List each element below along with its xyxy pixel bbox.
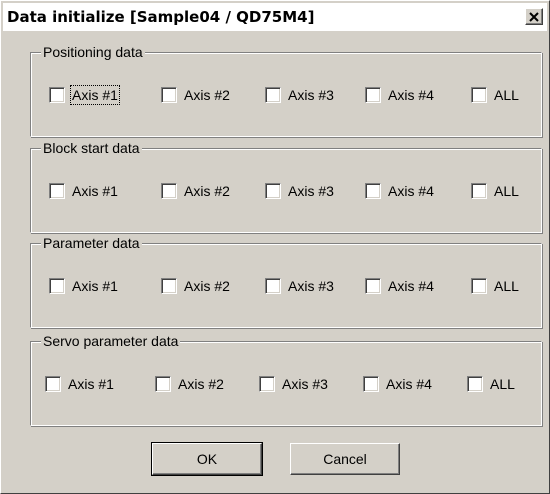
checkbox-label: Axis #3 [288,183,334,199]
checkbox-box[interactable] [265,278,281,294]
data-initialize-dialog: Data initialize [Sample04 / QD75M4] Posi… [0,0,550,494]
checkbox-label: Axis #2 [184,183,230,199]
checkbox-label: Axis #3 [288,87,334,103]
checkbox-box[interactable] [365,278,381,294]
group-positioning-data: Positioning data Axis #1 Axis #2 Axis #3… [30,43,542,137]
checkbox-label: ALL [494,87,519,103]
checkbox-label: ALL [494,278,519,294]
close-button[interactable] [525,8,543,25]
group-title: Parameter data [41,234,142,252]
ok-button[interactable]: OK [151,442,263,476]
checkbox-parameter-axis1[interactable]: Axis #1 [49,275,119,297]
checkbox-box[interactable] [49,278,65,294]
group-parameter-data: Parameter data Axis #1 Axis #2 Axis #3 A… [30,234,542,328]
checkbox-label: Axis #4 [386,376,432,392]
checkbox-label: Axis #4 [388,183,434,199]
checkbox-box[interactable] [365,87,381,103]
checkbox-box[interactable] [45,376,61,392]
checkbox-block-start-axis2[interactable]: Axis #2 [161,180,231,202]
checkbox-servo-axis2[interactable]: Axis #2 [155,373,225,395]
close-icon [529,11,539,22]
checkbox-box[interactable] [259,376,275,392]
checkbox-box[interactable] [471,183,487,199]
checkbox-label: Axis #2 [178,376,224,392]
checkbox-label: Axis #2 [184,87,230,103]
checkbox-box[interactable] [467,376,483,392]
checkbox-box[interactable] [161,278,177,294]
checkbox-block-start-all[interactable]: ALL [471,180,520,202]
checkbox-box[interactable] [471,87,487,103]
group-title: Block start data [41,139,142,157]
checkbox-parameter-axis4[interactable]: Axis #4 [365,275,435,297]
title-bar[interactable]: Data initialize [Sample04 / QD75M4] [3,3,547,31]
checkbox-positioning-axis2[interactable]: Axis #2 [161,84,231,106]
group-servo-parameter-data: Servo parameter data Axis #1 Axis #2 Axi… [30,332,542,426]
checkbox-box[interactable] [49,183,65,199]
checkbox-label: Axis #2 [184,278,230,294]
checkbox-block-start-axis4[interactable]: Axis #4 [365,180,435,202]
checkbox-servo-axis3[interactable]: Axis #3 [259,373,329,395]
checkbox-block-start-axis1[interactable]: Axis #1 [49,180,119,202]
checkbox-label: ALL [490,376,515,392]
checkbox-parameter-all[interactable]: ALL [471,275,520,297]
checkbox-positioning-axis3[interactable]: Axis #3 [265,84,335,106]
checkbox-servo-all[interactable]: ALL [467,373,516,395]
group-block-start-data: Block start data Axis #1 Axis #2 Axis #3… [30,139,542,233]
checkbox-parameter-axis2[interactable]: Axis #2 [161,275,231,297]
checkbox-positioning-axis1[interactable]: Axis #1 [49,84,120,106]
checkbox-box[interactable] [365,183,381,199]
checkbox-label: Axis #4 [388,278,434,294]
checkbox-parameter-axis3[interactable]: Axis #3 [265,275,335,297]
checkbox-label: ALL [494,183,519,199]
window-title: Data initialize [Sample04 / QD75M4] [7,8,315,26]
checkbox-block-start-axis3[interactable]: Axis #3 [265,180,335,202]
checkbox-box[interactable] [265,87,281,103]
checkbox-servo-axis1[interactable]: Axis #1 [45,373,115,395]
group-title: Servo parameter data [41,332,181,350]
checkbox-label: Axis #3 [288,278,334,294]
checkbox-label: Axis #1 [70,85,120,105]
checkbox-box[interactable] [161,87,177,103]
checkbox-positioning-axis4[interactable]: Axis #4 [365,84,435,106]
checkbox-label: Axis #3 [282,376,328,392]
checkbox-servo-axis4[interactable]: Axis #4 [363,373,433,395]
checkbox-box[interactable] [155,376,171,392]
checkbox-label: Axis #1 [72,278,118,294]
checkbox-box[interactable] [265,183,281,199]
checkbox-box[interactable] [471,278,487,294]
checkbox-label: Axis #1 [72,183,118,199]
checkbox-label: Axis #4 [388,87,434,103]
cancel-button[interactable]: Cancel [290,443,400,475]
checkbox-label: Axis #1 [68,376,114,392]
checkbox-box[interactable] [161,183,177,199]
checkbox-box[interactable] [49,87,65,103]
checkbox-positioning-all[interactable]: ALL [471,84,520,106]
checkbox-box[interactable] [363,376,379,392]
group-title: Positioning data [41,43,145,61]
